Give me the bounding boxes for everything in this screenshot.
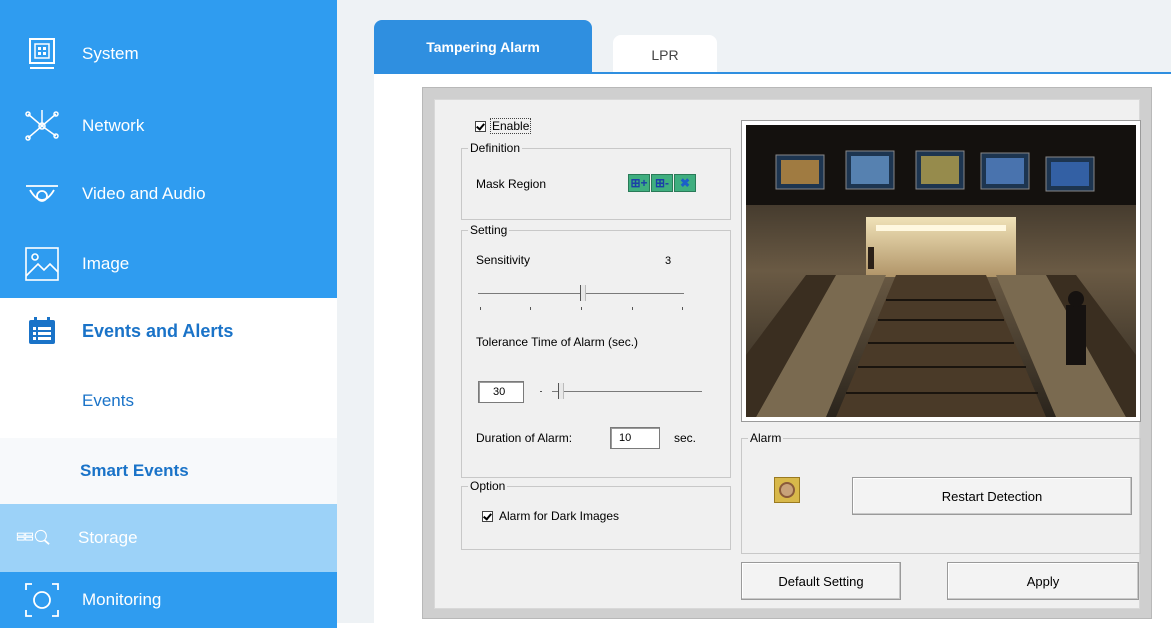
escalator-scene-image (746, 125, 1136, 417)
alarm-group: Alarm Restart Detection (741, 431, 1141, 554)
apply-button[interactable]: Apply (947, 562, 1139, 600)
sidebar-item-label: Events and Alerts (82, 320, 234, 341)
monitoring-icon (22, 580, 62, 620)
tolerance-track (552, 391, 702, 392)
tolerance-label: Tolerance Time of Alarm (sec.) (476, 335, 639, 349)
default-setting-button[interactable]: Default Setting (741, 562, 901, 600)
sensitivity-tick (480, 307, 481, 310)
mask-clear-icon[interactable]: ✖ (674, 174, 696, 192)
sensitivity-tick (682, 307, 683, 310)
sidebar-item-monitoring[interactable]: Monitoring (0, 572, 337, 628)
sidebar-item-events-alerts[interactable]: Events and Alerts (0, 298, 337, 364)
mask-add-icon[interactable]: ⊞+ (628, 174, 650, 192)
sidebar-item-system[interactable]: System (0, 22, 337, 86)
sidebar-item-storage[interactable]: Storage (0, 504, 337, 572)
sidebar-item-label: Storage (78, 528, 138, 547)
enable-checkbox[interactable]: Enable (475, 118, 532, 134)
enable-label: Enable (490, 118, 532, 134)
sensitivity-thumb[interactable] (580, 285, 586, 301)
tolerance-tick (540, 391, 542, 392)
tampering-dialog: Enable Definition Mask Region ⊞+ ⊞- ✖ Se… (422, 87, 1152, 619)
sidebar-item-label: Image (82, 254, 130, 273)
mask-remove-icon[interactable]: ⊞- (651, 174, 673, 192)
network-icon (22, 106, 62, 146)
sensitivity-tick (581, 307, 582, 310)
restart-detection-button[interactable]: Restart Detection (852, 477, 1132, 515)
tolerance-slider[interactable] (534, 381, 704, 405)
sensitivity-tick (530, 307, 531, 310)
option-title: Option (468, 479, 508, 493)
sidebar-item-label: System (82, 44, 139, 63)
enable-check-icon (475, 120, 486, 132)
image-icon (22, 244, 62, 284)
sensitivity-value: 3 (665, 255, 672, 267)
option-group: Option Alarm for Dark Images (461, 479, 731, 550)
sidebar-item-image[interactable]: Image (0, 232, 337, 296)
tab-tampering-alarm[interactable]: Tampering Alarm (374, 20, 592, 74)
alarm-indicator-icon (774, 477, 800, 503)
video-preview-frame (741, 120, 1141, 422)
duration-input[interactable]: 10 (610, 427, 660, 449)
sensitivity-slider[interactable] (478, 283, 684, 313)
tab-bar: Tampering Alarm LPR (337, 0, 1171, 74)
setting-group: Setting Sensitivity 3 Tolerance Time of … (461, 223, 731, 478)
sidebar-item-network[interactable]: Network (0, 94, 337, 158)
sidebar-subitem-events[interactable]: Events (0, 364, 337, 438)
system-icon (22, 34, 62, 74)
storage-icon (16, 518, 56, 558)
sidebar-subitem-smart-events[interactable]: Smart Events (0, 438, 337, 504)
dark-images-label: Alarm for Dark Images (499, 509, 620, 523)
tolerance-thumb[interactable] (558, 383, 564, 399)
alarm-title: Alarm (748, 431, 784, 445)
mask-region-label: Mask Region (476, 177, 547, 191)
definition-title: Definition (468, 141, 523, 155)
sensitivity-label: Sensitivity (476, 253, 531, 267)
duration-unit: sec. (674, 431, 697, 445)
sidebar-item-label: Events (82, 391, 134, 410)
sidebar-item-label: Smart Events (80, 461, 189, 480)
duration-label: Duration of Alarm: (476, 431, 573, 445)
sidebar-item-label: Monitoring (82, 590, 162, 609)
video-preview[interactable] (746, 125, 1136, 417)
tab-lpr[interactable]: LPR (613, 35, 717, 74)
dark-images-check-icon (482, 510, 493, 522)
setting-title: Setting (468, 223, 510, 237)
definition-group: Definition Mask Region ⊞+ ⊞- ✖ (461, 141, 731, 220)
sidebar-item-label: Video and Audio (82, 184, 206, 203)
sidebar: System Network Video and Audio Image Eve… (0, 0, 337, 628)
dialog-body: Enable Definition Mask Region ⊞+ ⊞- ✖ Se… (434, 99, 1141, 609)
calendar-icon (22, 311, 62, 351)
camera-icon (22, 174, 62, 214)
sensitivity-tick (632, 307, 633, 310)
tolerance-input[interactable]: 30 (478, 381, 524, 403)
sidebar-item-video-audio[interactable]: Video and Audio (0, 162, 337, 226)
dark-images-checkbox[interactable]: Alarm for Dark Images (482, 509, 619, 523)
sidebar-item-label: Network (82, 116, 145, 135)
